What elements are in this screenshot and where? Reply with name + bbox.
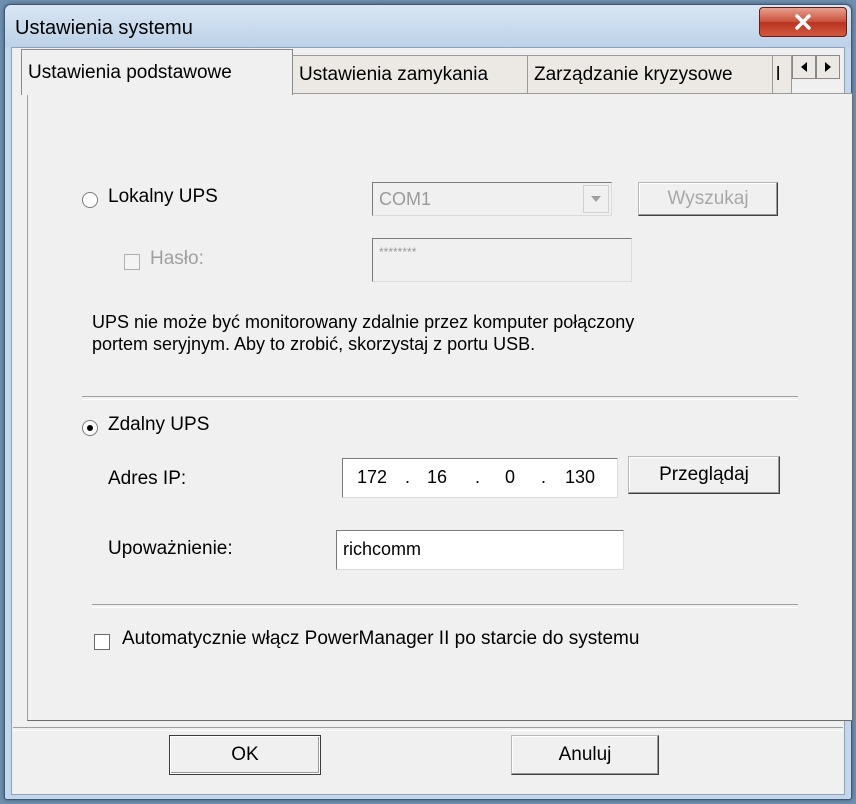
cancel-button-label: Anuluj [558,744,612,765]
browse-button-label: Przeglądaj [659,464,749,485]
settings-dialog: Ustawienia systemu Ustawienia podstawowe… [4,4,853,800]
tab-basic-settings[interactable]: Ustawienia podstawowe [21,49,293,95]
tab-shutdown-settings[interactable]: Ustawienia zamykania [292,55,528,93]
tab-label: Ustawienia podstawowe [28,62,232,83]
autostart-label: Automatycznie włącz PowerManager II po s… [122,628,640,649]
ip-octet-1: 172 [357,467,388,487]
ip-address-field[interactable]: 172 . 16 . 0 . 130 [342,458,618,498]
password-checkbox[interactable] [124,254,140,270]
tab-label: l [776,64,781,85]
remote-ups-label: Zdalny UPS [108,414,210,435]
password-field[interactable]: ******** [372,238,632,282]
ip-address-label: Adres IP: [108,468,187,489]
separator-1 [82,396,798,400]
com-port-select[interactable]: COM1 [372,182,612,216]
serial-note-line-1: UPS nie może być monitorowany zdalnie pr… [92,312,635,332]
arrow-left-icon [801,62,807,72]
ip-octet-2: 16 [427,467,448,487]
tab-crisis-management[interactable]: Zarządzanie kryzysowe [527,55,773,93]
arrow-right-icon [825,62,831,72]
remote-ups-radio[interactable] [82,420,98,436]
autostart-checkbox[interactable] [94,634,110,650]
ok-button-label: OK [231,744,259,765]
tab-scroll-right-button[interactable] [816,55,840,79]
ip-dot: . [475,467,481,487]
authorization-label: Upoważnienie: [108,538,233,559]
window-title: Ustawienia systemu [15,17,193,39]
tab-label: Zarządzanie kryzysowe [534,64,733,85]
tab-scroll-left-button[interactable] [792,55,816,79]
com-port-value: COM1 [379,189,432,209]
separator-2 [92,604,798,608]
dropdown-button[interactable] [583,185,609,213]
browse-button[interactable]: Przeglądaj [628,456,780,494]
ok-button[interactable]: OK [169,735,321,775]
cancel-button[interactable]: Anuluj [511,735,659,775]
local-ups-radio[interactable] [82,192,98,208]
close-button[interactable] [759,7,847,37]
password-label: Hasło: [150,248,204,269]
chevron-down-icon [591,196,601,202]
title-bar[interactable]: Ustawienia systemu [5,5,851,47]
authorization-field[interactable]: richcomm [336,530,624,570]
local-ups-label: Lokalny UPS [108,186,218,207]
ip-octet-3: 0 [505,467,516,487]
ip-dot: . [541,467,547,487]
search-button[interactable]: Wyszukaj [638,182,778,216]
close-icon [795,14,811,30]
ip-dot: . [405,467,411,487]
footer-separator [13,727,843,731]
password-value: ******** [379,245,417,259]
authorization-value: richcomm [343,539,422,559]
ip-octet-4: 130 [565,467,596,487]
tab-label: Ustawienia zamykania [299,64,489,85]
serial-note-line-2: portem seryjnym. Aby to zrobić, skorzyst… [92,334,536,354]
tab-panel: Lokalny UPS COM1 Wyszukaj Hasło: *******… [27,93,853,721]
search-button-label: Wyszukaj [667,188,749,209]
tab-partial[interactable]: l [772,55,792,93]
